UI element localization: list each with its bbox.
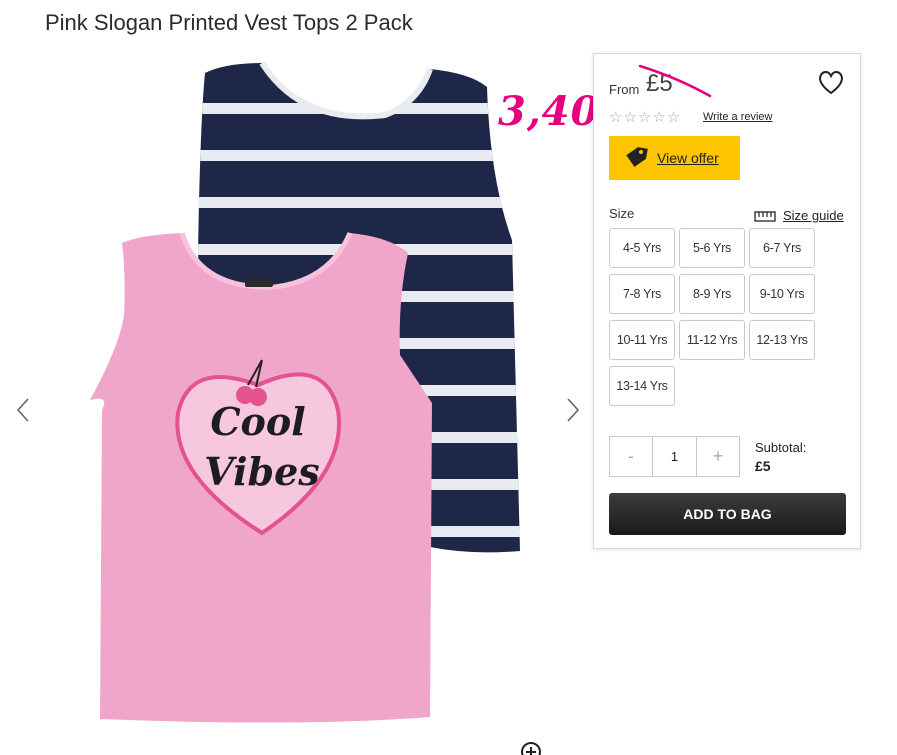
size-option[interactable]: 10-11 Yrs [609,320,675,360]
size-option[interactable]: 11-12 Yrs [679,320,745,360]
star-icon: ☆ [637,109,652,126]
quantity-decrease-button[interactable]: - [610,437,652,476]
rating-stars: ☆ ☆ ☆ ☆ ☆ [609,110,680,126]
size-option[interactable]: 9-10 Yrs [749,274,815,314]
star-icon: ☆ [609,109,623,126]
tag-icon [626,147,648,167]
quantity-input[interactable]: 1 [652,437,697,476]
zoom-plus-icon[interactable] [520,741,542,755]
star-icon: ☆ [623,109,637,126]
size-option[interactable]: 6-7 Yrs [749,228,815,268]
add-to-bag-button[interactable]: ADD TO BAG [609,493,846,535]
view-offer-button[interactable]: View offer [609,136,740,180]
purchase-panel: From £5 ☆ ☆ ☆ ☆ ☆ Write a review View of… [593,53,861,549]
handwritten-price-annotation: 3,40 [498,88,600,135]
size-option[interactable]: 8-9 Yrs [679,274,745,314]
quantity-stepper: - 1 + [609,436,740,477]
size-option[interactable]: 13-14 Yrs [609,366,675,406]
previous-image-button[interactable] [8,390,38,430]
price: £5 [646,70,673,97]
write-review-link[interactable]: Write a review [703,111,772,123]
size-options: 4-5 Yrs 5-6 Yrs 6-7 Yrs 7-8 Yrs 8-9 Yrs … [609,228,819,406]
subtotal-label: Subtotal: [755,440,807,455]
print-text-cool: Cool [210,399,305,444]
size-option[interactable]: 7-8 Yrs [609,274,675,314]
size-option[interactable]: 12-13 Yrs [749,320,815,360]
product-image[interactable]: Cool Vibes [0,55,590,755]
star-icon: ☆ [652,109,666,126]
from-label: From [609,82,640,97]
star-icon: ☆ [666,109,681,126]
size-guide-label: Size guide [783,208,844,223]
size-label: Size [609,206,635,221]
size-option[interactable]: 5-6 Yrs [679,228,745,268]
size-option[interactable]: 4-5 Yrs [609,228,675,268]
subtotal-value: £5 [755,458,771,474]
product-title: Pink Slogan Printed Vest Tops 2 Pack [45,10,413,35]
chevron-right-icon [567,398,580,422]
quantity-increase-button[interactable]: + [697,437,739,476]
ruler-icon [754,210,776,222]
product-image-gallery: Cool Vibes [0,55,590,755]
view-offer-label: View offer [657,150,719,166]
next-image-button[interactable] [558,390,588,430]
chevron-left-icon [16,398,29,422]
size-guide-link[interactable]: Size guide [754,208,844,223]
print-text-vibes: Vibes [204,449,319,494]
heart-icon[interactable] [818,70,844,96]
